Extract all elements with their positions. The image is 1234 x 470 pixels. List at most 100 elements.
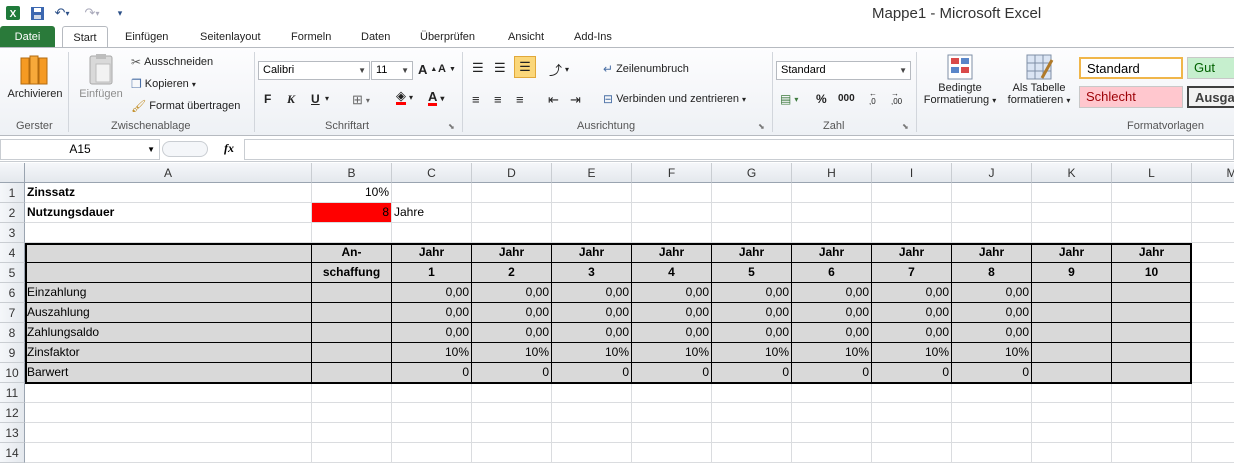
cell-f4[interactable]: Jahr: [632, 243, 712, 263]
cell-m13[interactable]: [1192, 423, 1234, 443]
cell-c5[interactable]: 1: [392, 263, 472, 283]
cell-h14[interactable]: [792, 443, 872, 463]
cell-d8[interactable]: 0,00: [472, 323, 552, 343]
cell-f14[interactable]: [632, 443, 712, 463]
cell-c14[interactable]: [392, 443, 472, 463]
cell-j7[interactable]: 0,00: [952, 303, 1032, 323]
cell-e1[interactable]: [552, 183, 632, 203]
cell-d10[interactable]: 0: [472, 363, 552, 383]
tab-ueberpruefen[interactable]: Überprüfen: [414, 26, 481, 48]
italic-button[interactable]: K: [287, 92, 295, 107]
cell-j12[interactable]: [952, 403, 1032, 423]
cell-c2[interactable]: Jahre: [392, 203, 472, 223]
cell-g2[interactable]: [712, 203, 792, 223]
align-bottom-icon[interactable]: ☰: [514, 56, 536, 78]
cell-e12[interactable]: [552, 403, 632, 423]
tab-formeln[interactable]: Formeln: [285, 26, 337, 48]
cell-k13[interactable]: [1032, 423, 1112, 443]
cell-h3[interactable]: [792, 223, 872, 243]
decrease-indent-icon[interactable]: ⇤: [548, 92, 559, 108]
align-top-icon[interactable]: ☰: [472, 60, 484, 76]
row-header-4[interactable]: 4: [0, 243, 25, 263]
cell-j8[interactable]: 0,00: [952, 323, 1032, 343]
row-header-10[interactable]: 10: [0, 363, 25, 383]
column-header-d[interactable]: D: [472, 163, 552, 183]
cell-h9[interactable]: 10%: [792, 343, 872, 363]
cell-k1[interactable]: [1032, 183, 1112, 203]
row-header-14[interactable]: 14: [0, 443, 25, 463]
cell-e11[interactable]: [552, 383, 632, 403]
cell-f11[interactable]: [632, 383, 712, 403]
cell-i10[interactable]: 0: [872, 363, 952, 383]
cell-k2[interactable]: [1032, 203, 1112, 223]
cell-j14[interactable]: [952, 443, 1032, 463]
cell-m8[interactable]: [1192, 323, 1234, 343]
cell-d12[interactable]: [472, 403, 552, 423]
conditional-formatting-button[interactable]: Bedingte Formatierung ▾: [920, 52, 1000, 116]
cell-g4[interactable]: Jahr: [712, 243, 792, 263]
cell-h5[interactable]: 6: [792, 263, 872, 283]
column-header-m[interactable]: M: [1192, 163, 1234, 183]
cell-a8[interactable]: Zahlungsaldo: [25, 323, 312, 343]
cell-b1[interactable]: 10%: [312, 183, 392, 203]
cell-d6[interactable]: 0,00: [472, 283, 552, 303]
save-icon[interactable]: [28, 4, 46, 22]
column-header-k[interactable]: K: [1032, 163, 1112, 183]
currency-icon[interactable]: ▤ ▾: [780, 92, 798, 106]
align-middle-icon[interactable]: ☰: [494, 60, 506, 76]
cell-l14[interactable]: [1112, 443, 1192, 463]
row-header-12[interactable]: 12: [0, 403, 25, 423]
dialog-launcher-icon[interactable]: ⬊: [902, 122, 909, 131]
cell-f2[interactable]: [632, 203, 712, 223]
cell-d3[interactable]: [472, 223, 552, 243]
cell-e5[interactable]: 3: [552, 263, 632, 283]
cell-m14[interactable]: [1192, 443, 1234, 463]
tab-datei[interactable]: Datei: [0, 26, 55, 48]
cell-l13[interactable]: [1112, 423, 1192, 443]
merge-center-button[interactable]: ⊟ Verbinden und zentrieren ▾: [603, 92, 746, 106]
decrease-decimal-icon[interactable]: → ,00: [891, 90, 902, 106]
cell-i8[interactable]: 0,00: [872, 323, 952, 343]
dialog-launcher-icon[interactable]: ⬊: [758, 122, 765, 131]
cell-c3[interactable]: [392, 223, 472, 243]
cell-f7[interactable]: 0,00: [632, 303, 712, 323]
underline-dropdown-icon[interactable]: ▾: [325, 94, 329, 103]
cell-d14[interactable]: [472, 443, 552, 463]
cell-f6[interactable]: 0,00: [632, 283, 712, 303]
cell-e2[interactable]: [552, 203, 632, 223]
cell-l6[interactable]: [1112, 283, 1192, 303]
increase-indent-icon[interactable]: ⇥: [570, 92, 581, 108]
cell-j11[interactable]: [952, 383, 1032, 403]
cell-i14[interactable]: [872, 443, 952, 463]
cell-h4[interactable]: Jahr: [792, 243, 872, 263]
cell-a2[interactable]: Nutzungsdauer: [25, 203, 312, 223]
cell-j4[interactable]: Jahr: [952, 243, 1032, 263]
cell-a11[interactable]: [25, 383, 312, 403]
cell-a10[interactable]: Barwert: [25, 363, 312, 383]
cell-c6[interactable]: 0,00: [392, 283, 472, 303]
cell-b4[interactable]: An-: [312, 243, 392, 263]
tab-einfuegen[interactable]: Einfügen: [119, 26, 174, 48]
cell-k5[interactable]: 9: [1032, 263, 1112, 283]
cell-j5[interactable]: 8: [952, 263, 1032, 283]
cell-g1[interactable]: [712, 183, 792, 203]
cell-b8[interactable]: [312, 323, 392, 343]
cell-m2[interactable]: [1192, 203, 1234, 223]
paste-button[interactable]: Einfügen: [76, 52, 126, 112]
cell-f3[interactable]: [632, 223, 712, 243]
wrap-text-button[interactable]: ↵ Zeilenumbruch: [603, 62, 689, 76]
border-icon[interactable]: ⊞ ▾: [352, 92, 370, 108]
cell-l11[interactable]: [1112, 383, 1192, 403]
cell-g14[interactable]: [712, 443, 792, 463]
fill-color-icon[interactable]: ◈ ▾: [396, 89, 413, 105]
cell-d2[interactable]: [472, 203, 552, 223]
cell-c8[interactable]: 0,00: [392, 323, 472, 343]
style-gut[interactable]: Gut: [1187, 57, 1234, 79]
cell-k14[interactable]: [1032, 443, 1112, 463]
cell-e4[interactable]: Jahr: [552, 243, 632, 263]
cell-c13[interactable]: [392, 423, 472, 443]
cell-g6[interactable]: 0,00: [712, 283, 792, 303]
thousands-button[interactable]: 000: [838, 93, 855, 104]
cell-h1[interactable]: [792, 183, 872, 203]
cell-g3[interactable]: [712, 223, 792, 243]
